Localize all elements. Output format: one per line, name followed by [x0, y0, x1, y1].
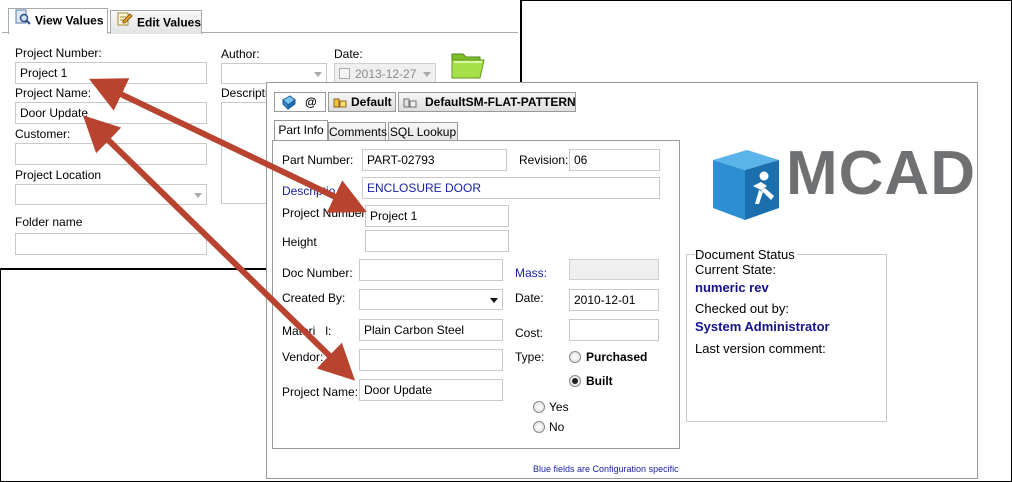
customer-label: Customer: — [15, 127, 71, 141]
material-field[interactable]: Plain Carbon Steel — [359, 319, 503, 341]
type-built-label: Built — [586, 374, 613, 388]
configuration-footnote: Blue fields are Configuration specific — [533, 464, 679, 474]
vendor-field[interactable] — [359, 349, 503, 371]
date-field[interactable]: 2010-12-01 — [569, 289, 659, 311]
project-number-label: Project Number: — [15, 46, 102, 60]
project-location-label: Project Location — [15, 168, 102, 182]
material-label-head: Materi — [282, 324, 316, 338]
date-label: Date: — [334, 47, 363, 61]
height-field[interactable] — [365, 230, 509, 252]
checked-out-label: Checked out by: — [695, 301, 789, 316]
created-by-dropdown[interactable] — [359, 289, 503, 310]
part-number-label: Part Number: — [282, 153, 354, 167]
tab-view-values[interactable]: View Values — [8, 8, 108, 34]
revision-label: Revision: — [519, 153, 569, 167]
description-label: Descriptio — [282, 184, 336, 198]
author-label: Author: — [221, 47, 260, 61]
chevron-down-icon — [194, 192, 202, 198]
type-label: Type: — [515, 350, 545, 364]
project-name-label: Project Name: — [282, 385, 359, 399]
part-icon — [281, 94, 297, 115]
chevron-down-icon — [490, 297, 498, 303]
height-label: Height — [282, 235, 317, 249]
mass-field — [569, 259, 659, 280]
tab-config-flat-pattern[interactable]: DefaultSM-FLAT-PATTERN — [398, 92, 576, 112]
type-purchased-radio[interactable] — [569, 351, 581, 363]
tab-config-default[interactable]: Default — [328, 92, 396, 112]
project-name-label: Project Name: — [15, 86, 92, 100]
tab-comments[interactable]: Comments — [328, 122, 387, 142]
date-value: 2013-12-27 — [355, 67, 417, 81]
revision-field[interactable]: 06 — [569, 149, 660, 171]
author-dropdown[interactable] — [221, 63, 327, 84]
mcad-logo-cube — [709, 146, 781, 222]
no-label: No — [549, 420, 565, 434]
yes-radio[interactable] — [533, 401, 545, 413]
tab-part-info[interactable]: Part Info — [274, 120, 328, 141]
cost-label: Cost: — [515, 326, 544, 340]
tab-config-at-label: @ — [305, 95, 317, 109]
folder-name-label: Folder name — [15, 215, 83, 229]
folder-name-field[interactable] — [15, 233, 207, 255]
pencil-document-icon — [117, 11, 133, 34]
type-purchased-label: Purchased — [586, 350, 648, 364]
type-built-radio[interactable] — [569, 375, 581, 387]
tab-sql-lookup[interactable]: SQL Lookup — [388, 122, 458, 142]
tab-edit-values-label: Edit Values — [137, 15, 202, 30]
tab-config-flat-pattern-label: DefaultSM-FLAT-PATTERN — [425, 95, 576, 109]
date-picker[interactable]: 2013-12-27 — [334, 63, 436, 84]
date-label: Date: — [515, 291, 544, 305]
configuration-icon — [333, 96, 347, 114]
date-checkbox[interactable] — [339, 68, 350, 79]
mass-label: Mass: — [515, 266, 548, 280]
material-label-tail: l: — [325, 324, 332, 338]
description-field[interactable]: ENCLOSURE DOOR — [362, 177, 660, 199]
no-radio[interactable] — [533, 421, 545, 433]
magnifier-document-icon — [15, 9, 31, 32]
tab-config-default-label: Default — [351, 95, 392, 109]
created-by-label: Created By: — [282, 291, 346, 305]
tab-edit-values[interactable]: Edit Values — [110, 10, 202, 34]
current-state-value: numeric rev — [695, 280, 769, 295]
doc-number-label: Doc Number: — [282, 266, 353, 280]
last-version-comment-label: Last version comment: — [695, 341, 826, 356]
yes-label: Yes — [549, 400, 569, 414]
customer-field[interactable] — [15, 143, 207, 165]
doc-number-field[interactable] — [359, 259, 503, 281]
document-status-legend: Document Status — [695, 247, 797, 262]
chevron-down-icon — [423, 71, 431, 77]
project-location-dropdown[interactable] — [15, 184, 207, 205]
project-number-label: Project Number: — [282, 206, 369, 220]
checked-out-value: System Administrator — [695, 319, 830, 334]
configuration-icon — [403, 96, 417, 114]
project-name-field[interactable]: Door Update — [15, 102, 207, 124]
material-label: Materi l: — [282, 324, 331, 338]
chevron-down-icon — [314, 71, 322, 77]
tab-config-at[interactable]: @ — [274, 92, 326, 112]
part-number-field[interactable]: PART-02793 — [362, 149, 507, 171]
folder-icon[interactable] — [450, 48, 486, 80]
current-state-label: Current State: — [695, 262, 776, 277]
project-name-field[interactable]: Door Update — [359, 379, 503, 401]
project-number-field[interactable]: Project 1 — [365, 205, 509, 227]
vendor-label: Vendor: — [282, 350, 324, 364]
tab-view-values-label: View Values — [35, 13, 104, 28]
project-number-field[interactable]: Project 1 — [15, 62, 207, 84]
cost-field[interactable] — [569, 319, 659, 341]
mcad-logo-text: MCAD — [786, 139, 976, 208]
